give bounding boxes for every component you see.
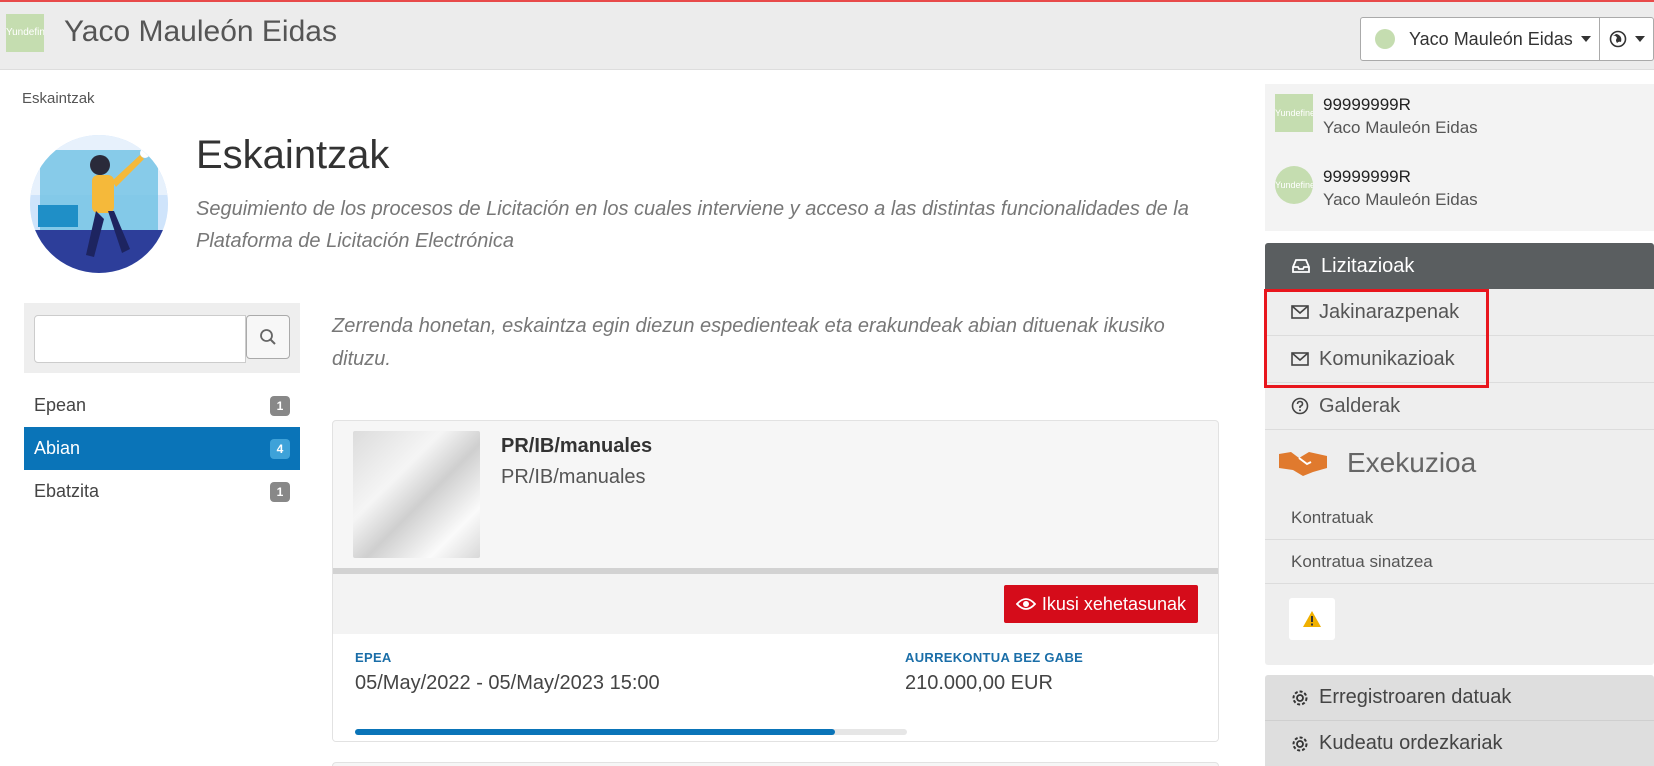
profile-name: Yaco Mauleón Eidas <box>1323 118 1478 137</box>
profile-id: 99999999R <box>1323 167 1411 186</box>
warning-button[interactable] <box>1289 598 1335 640</box>
warning-icon <box>1303 611 1321 627</box>
sidebar-item-label: Galderak <box>1319 394 1401 417</box>
sidebar-item-label: Erregistroaren datuak <box>1319 686 1512 708</box>
entity-logo: Yundefined <box>1275 94 1313 132</box>
count-badge: 1 <box>270 481 290 502</box>
period-progress-bar <box>355 729 907 735</box>
user-menu-button[interactable]: Yaco Mauleón Eidas <box>1360 17 1600 61</box>
sidebar-head-label: Lizitazioak <box>1321 254 1415 277</box>
profile-id: 99999999R <box>1323 95 1411 114</box>
page-title: Eskaintzak <box>196 133 390 177</box>
gear-icon <box>1292 736 1308 751</box>
period-label: EPEA <box>355 650 392 665</box>
filter-label: Epean <box>34 395 87 415</box>
tender-subtitle: PR/IB/manuales <box>501 466 646 488</box>
question-circle-icon <box>1291 397 1309 415</box>
globe-icon <box>1609 30 1626 48</box>
tender-title[interactable]: PR/IB/manuales <box>501 435 652 458</box>
view-details-button[interactable]: Ikusi xehetasunak <box>1003 585 1198 623</box>
count-badge: 4 <box>270 438 290 459</box>
budget-label: AURREKONTUA BEZ GABE <box>905 650 1084 665</box>
search-input[interactable] <box>34 315 246 363</box>
filter-ebatzita[interactable]: Ebatzita 1 <box>24 470 300 513</box>
chevron-down-icon <box>1580 36 1591 42</box>
search-button[interactable] <box>246 315 290 359</box>
filter-abian[interactable]: Abian 4 <box>24 427 300 470</box>
sidebar-item-erregistroaren-datuak[interactable]: Erregistroaren datuak <box>1265 675 1654 721</box>
user-avatar <box>1375 29 1395 49</box>
period-progress-fill <box>355 729 836 735</box>
user-menu-label: Yaco Mauleón Eidas <box>1409 28 1573 49</box>
filter-label: Abian <box>34 438 81 458</box>
sidebar-item-galderak[interactable]: Galderak <box>1265 383 1654 430</box>
chevron-down-icon <box>1634 36 1645 42</box>
filter-epean[interactable]: Epean 1 <box>24 384 300 427</box>
tender-card: PR/IB/manuales PR/IB/manuales Ikusi xehe… <box>332 420 1219 742</box>
profile-panel: Yundefined 99999999R Yaco Mauleón Eidas … <box>1265 84 1654 231</box>
sidebar-item-kontratua-sinatzea[interactable]: Kontratua sinatzea <box>1265 540 1654 584</box>
intro-text: Zerrenda honetan, eskaintza egin diezun … <box>332 315 1165 370</box>
sidebar-item-kontratuak[interactable]: Kontratuak <box>1265 496 1654 540</box>
card-actions: Ikusi xehetasunak <box>333 574 1218 634</box>
section-exekuzioa: Exekuzioa <box>1265 430 1654 496</box>
count-badge: 1 <box>270 395 290 416</box>
section-title: Exekuzioa <box>1347 447 1477 478</box>
card-details: EPEA 05/May/2022 - 05/May/2023 15:00 AUR… <box>333 634 1218 741</box>
tender-card <box>332 762 1219 766</box>
gear-icon <box>1292 690 1308 705</box>
budget-value: 210.000,00 EUR <box>905 672 1053 694</box>
search-icon <box>260 329 276 345</box>
status-filter-list: Epean 1 Abian 4 Ebatzita 1 <box>24 384 300 513</box>
period-value: 05/May/2022 - 05/May/2023 15:00 <box>355 672 660 694</box>
app-logo[interactable]: Yundefined <box>6 14 44 52</box>
language-button[interactable] <box>1600 17 1654 61</box>
eye-icon <box>1015 598 1036 610</box>
sidebar-item-kudeatu-ordezkariak[interactable]: Kudeatu ordezkariak <box>1265 721 1654 766</box>
filter-label: Ebatzita <box>34 481 100 501</box>
highlight-box <box>1264 289 1489 388</box>
breadcrumb[interactable]: Eskaintzak <box>22 90 95 107</box>
page-subtitle: Seguimiento de los procesos de Licitació… <box>196 198 1189 252</box>
view-details-label: Ikusi xehetasunak <box>1041 593 1186 614</box>
hero-illustration <box>30 135 168 273</box>
top-bar: Yundefined Yaco Mauleón Eidas Yaco Maule… <box>0 0 1654 70</box>
settings-panel: Erregistroaren datuak Kudeatu ordezkaria… <box>1265 675 1654 766</box>
profile-entity[interactable]: Yundefined 99999999R Yaco Mauleón Eidas <box>1275 94 1478 140</box>
profile-name: Yaco Mauleón Eidas <box>1323 190 1478 209</box>
user-logo: Yundefined <box>1275 166 1313 204</box>
app-title: Yaco Mauleón Eidas <box>64 15 337 48</box>
inbox-icon <box>1292 259 1310 273</box>
tender-thumbnail <box>353 431 480 558</box>
handshake-icon <box>1279 452 1327 476</box>
search-panel <box>24 303 300 373</box>
profile-user[interactable]: Yundefined 99999999R Yaco Mauleón Eidas <box>1275 166 1478 212</box>
sidebar-head-lizitazioak[interactable]: Lizitazioak <box>1265 243 1654 289</box>
sidebar-item-label: Kudeatu ordezkariak <box>1319 732 1503 754</box>
